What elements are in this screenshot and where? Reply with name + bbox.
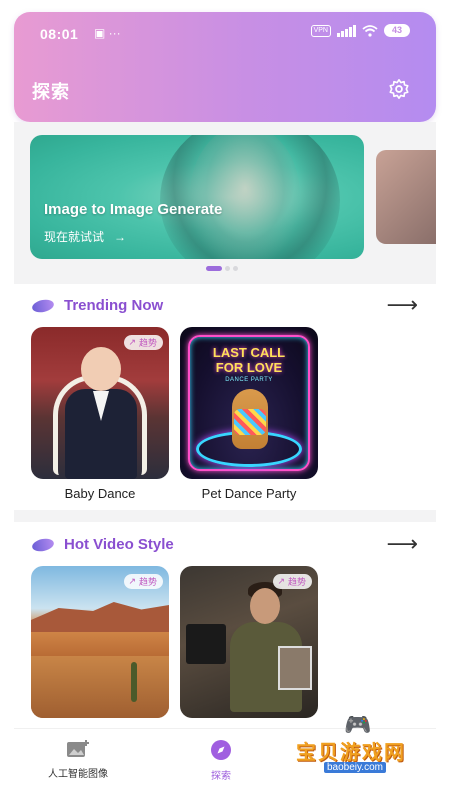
trending-tag-label: 趋势 <box>287 577 306 587</box>
status-right-group: VPN 43 <box>310 24 410 37</box>
carousel-indicator <box>206 266 238 271</box>
see-more-arrow-icon[interactable]: ⟶ <box>386 533 418 555</box>
section-title: Trending Now <box>64 297 164 314</box>
trending-tag: ↗ 趋势 <box>273 574 312 589</box>
art-man-head <box>250 588 280 624</box>
card-baby-dance[interactable]: ↗ 趋势 <box>31 327 169 479</box>
card-workshop-video[interactable]: ↗ 趋势 <box>180 566 318 718</box>
signal-icon <box>337 24 356 37</box>
see-more-arrow-icon[interactable]: ⟶ <box>386 294 418 316</box>
art-dog-shirt <box>234 409 266 435</box>
watermark: 🎮 宝贝游戏网 baobeiy.com <box>290 712 420 782</box>
vpn-icon: VPN <box>310 24 331 37</box>
trending-tag-label: 趋势 <box>138 338 157 348</box>
wifi-icon <box>362 24 378 37</box>
trending-tag-label: 趋势 <box>138 577 157 587</box>
watermark-url: baobeiy.com <box>324 762 386 773</box>
trend-up-icon: ↗ <box>128 337 136 347</box>
banner-next-peek[interactable] <box>376 150 436 244</box>
banner-cta[interactable]: 现在就试试 → <box>44 228 126 245</box>
art-mesa <box>31 602 169 632</box>
gear-icon[interactable] <box>388 78 410 100</box>
art-ground <box>31 656 169 718</box>
art-baby-head <box>81 347 121 391</box>
tab-explore[interactable]: 探索 <box>210 739 232 782</box>
trending-tag: ↗ 趋势 <box>124 574 163 589</box>
carousel-dot[interactable] <box>225 266 230 271</box>
carousel-dot[interactable] <box>233 266 238 271</box>
page-title: 探索 <box>32 82 70 102</box>
battery-icon: 43 <box>384 24 410 37</box>
trend-up-icon: ↗ <box>277 576 285 586</box>
status-notification-icons: ▣ ··· <box>94 26 121 40</box>
tab-label: 探索 <box>211 771 231 782</box>
card-desert-video[interactable]: ↗ 趋势 <box>31 566 169 718</box>
banner-cta-label: 现在就试试 <box>44 230 105 244</box>
trending-tag: ↗ 趋势 <box>124 335 163 350</box>
section-blob-icon <box>30 297 56 314</box>
art-photo-frame <box>278 646 312 690</box>
card-pet-dance-party[interactable]: LAST CALL FOR LOVE DANCE PARTY <box>180 327 318 479</box>
section-header-hot-video: Hot Video Style <box>30 536 174 553</box>
art-monitor <box>186 624 226 664</box>
arrow-right-icon: → <box>114 229 127 244</box>
banner-image-to-image[interactable]: Image to Image Generate 现在就试试 → <box>30 135 364 259</box>
compass-icon <box>211 740 231 760</box>
art-neon-line-1: LAST CALL <box>212 345 286 360</box>
art-neon-small: DANCE PARTY <box>225 377 273 383</box>
art-neon-line-2: FOR LOVE <box>215 360 283 375</box>
carousel-dot-active[interactable] <box>206 266 222 271</box>
section-blob-icon <box>30 536 56 553</box>
art-cactus <box>131 662 137 702</box>
status-time: 08:01 <box>40 26 79 42</box>
trend-up-icon: ↗ <box>128 576 136 586</box>
section-header-trending: Trending Now <box>30 297 164 314</box>
banner-art-face <box>190 135 300 259</box>
gamepad-icon: 🎮 <box>344 712 372 737</box>
card-label[interactable]: Pet Dance Party <box>180 486 318 501</box>
tab-label: 人工智能图像 <box>48 769 108 780</box>
section-divider <box>14 510 436 522</box>
section-title: Hot Video Style <box>64 536 174 553</box>
tab-ai-image[interactable]: 人工智能图像 <box>48 739 108 780</box>
watermark-text: 宝贝游戏网 <box>296 742 406 764</box>
image-add-icon <box>67 740 89 757</box>
banner-title: Image to Image Generate <box>44 201 223 218</box>
art-neon-text: LAST CALL FOR LOVE <box>180 345 318 375</box>
card-label[interactable]: Baby Dance <box>31 486 169 501</box>
